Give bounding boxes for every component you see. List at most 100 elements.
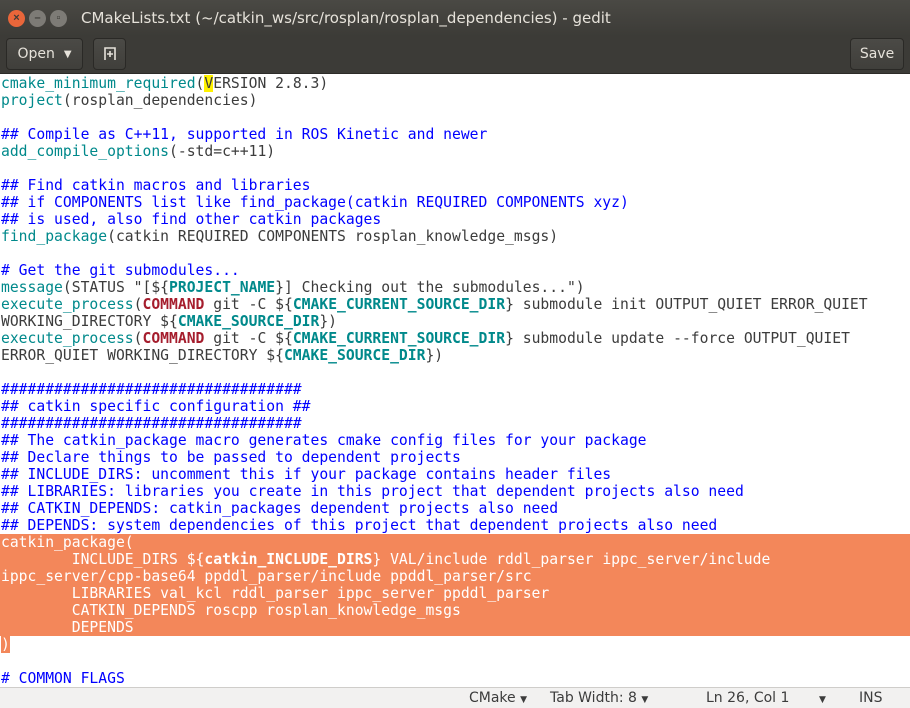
code-token: ippc_server/cpp-base64 ppddl_parser/incl… xyxy=(1,568,532,585)
code-token: cmake_minimum_required xyxy=(1,75,196,92)
code-token: (STATUS "[${ xyxy=(62,279,170,296)
code-token: CATKIN_DEPENDS roscpp rosplan_knowledge_… xyxy=(1,602,461,619)
code-line[interactable]: ## CATKIN_DEPENDS: catkin_packages depen… xyxy=(0,500,910,517)
code-token: # COMMON FLAGS xyxy=(1,670,125,687)
code-line[interactable]: ## catkin specific configuration ## xyxy=(0,398,910,415)
code-token: ## if COMPONENTS list like find_package(… xyxy=(1,194,629,211)
code-line[interactable]: ## LIBRARIES: libraries you create in th… xyxy=(0,483,910,500)
code-token: CMAKE_CURRENT_SOURCE_DIR xyxy=(292,330,506,347)
code-line[interactable]: add_compile_options(-std=c++11) xyxy=(0,143,910,160)
code-line[interactable]: # COMMON FLAGS xyxy=(0,670,910,687)
code-token: (rosplan_dependencies) xyxy=(62,92,258,109)
code-token: ERSION 2.8.3) xyxy=(213,75,329,92)
code-token: ################################## xyxy=(1,381,302,398)
code-line[interactable] xyxy=(0,364,910,381)
code-token: LIBRARIES val_kcl rddl_parser ippc_serve… xyxy=(1,585,550,602)
status-bar: CMake ▼ Tab Width: 8 ▼ Ln 26, Col 1 ▼ IN… xyxy=(0,687,910,708)
code-token: (-std=c++11) xyxy=(169,143,276,160)
code-line[interactable]: ## Declare things to be passed to depend… xyxy=(0,449,910,466)
code-token: V xyxy=(204,75,214,92)
code-token: add_compile_options xyxy=(1,143,170,160)
code-line[interactable]: ################################## xyxy=(0,415,910,432)
code-token: ## LIBRARIES: libraries you create in th… xyxy=(1,483,744,500)
code-line[interactable] xyxy=(0,109,910,126)
code-token: ## Declare things to be passed to depend… xyxy=(1,449,461,466)
code-line[interactable] xyxy=(0,245,910,262)
code-token: ERROR_QUIET WORKING_DIRECTORY ${ xyxy=(1,347,284,364)
code-line[interactable] xyxy=(0,653,910,670)
header-bar: Open ▼ Save xyxy=(0,36,910,74)
code-line[interactable]: execute_process(COMMAND git -C ${CMAKE_C… xyxy=(0,330,910,347)
code-token: }) xyxy=(425,347,444,364)
new-document-icon xyxy=(103,47,116,60)
code-token: INCLUDE_DIRS ${ xyxy=(1,551,205,568)
chevron-down-icon: ▼ xyxy=(63,48,72,60)
code-line[interactable]: ## Compile as C++11, supported in ROS Ki… xyxy=(0,126,910,143)
code-token: execute_process xyxy=(1,296,134,313)
code-token: } submodule update --force OUTPUT_QUIET xyxy=(505,330,850,347)
close-window-button[interactable]: × xyxy=(8,9,25,27)
chevron-down-icon: ▼ xyxy=(641,695,649,705)
text-editor[interactable]: cmake_minimum_required(VERSION 2.8.3) pro… xyxy=(0,75,910,687)
code-line[interactable]: execute_process(COMMAND git -C ${CMAKE_C… xyxy=(0,296,910,313)
code-line[interactable]: LIBRARIES val_kcl rddl_parser ippc_serve… xyxy=(0,585,910,602)
code-token: DEPENDS xyxy=(1,619,134,636)
code-token: ## catkin specific configuration ## xyxy=(1,398,311,415)
code-line[interactable]: # Get the git submodules... xyxy=(0,262,910,279)
code-line[interactable]: find_package(catkin REQUIRED COMPONENTS … xyxy=(0,228,910,245)
code-token: CMAKE_SOURCE_DIR xyxy=(177,313,320,330)
code-token: COMMAND xyxy=(142,330,205,347)
code-token: ################################## xyxy=(1,415,302,432)
code-token: ## DEPENDS: system dependencies of this … xyxy=(1,517,718,534)
cursor-position: Ln 26, Col 1 xyxy=(706,690,790,706)
code-line[interactable]: ## The catkin_package macro generates cm… xyxy=(0,432,910,449)
save-button[interactable]: Save xyxy=(850,38,904,70)
code-line[interactable] xyxy=(0,160,910,177)
code-line[interactable]: ERROR_QUIET WORKING_DIRECTORY ${CMAKE_SO… xyxy=(0,347,910,364)
tab-width-selector[interactable]: Tab Width: 8 ▼ xyxy=(550,690,648,706)
code-line[interactable]: WORKING_DIRECTORY ${CMAKE_SOURCE_DIR}) xyxy=(0,313,910,330)
code-token: (catkin REQUIRED COMPONENTS rosplan_know… xyxy=(107,228,559,245)
code-token: CMAKE_SOURCE_DIR xyxy=(283,347,426,364)
code-line[interactable]: ## INCLUDE_DIRS: uncomment this if your … xyxy=(0,466,910,483)
code-line[interactable]: cmake_minimum_required(VERSION 2.8.3) xyxy=(0,75,910,92)
code-line[interactable]: ################################## xyxy=(0,381,910,398)
chevron-down-icon: ▼ xyxy=(520,695,528,705)
code-token: } VAL/include rddl_parser ippc_server/in… xyxy=(372,551,771,568)
maximize-icon: ▫ xyxy=(56,12,61,24)
insert-mode: INS xyxy=(859,690,883,706)
code-line[interactable]: INCLUDE_DIRS ${catkin_INCLUDE_DIRS} VAL/… xyxy=(0,551,910,568)
new-tab-button[interactable] xyxy=(93,38,126,70)
code-line[interactable]: ippc_server/cpp-base64 ppddl_parser/incl… xyxy=(0,568,910,585)
code-token: project xyxy=(1,92,63,109)
code-token: }] Checking out the submodules...") xyxy=(275,279,585,296)
code-line[interactable]: message(STATUS "[${PROJECT_NAME}] Checki… xyxy=(0,279,910,296)
code-token: ## Find catkin macros and libraries xyxy=(1,177,311,194)
maximize-window-button[interactable]: ▫ xyxy=(50,9,67,27)
code-line[interactable]: ## Find catkin macros and libraries xyxy=(0,177,910,194)
code-token: execute_process xyxy=(1,330,134,347)
language-selector[interactable]: CMake ▼ xyxy=(469,690,527,706)
code-token: ## Compile as C++11, supported in ROS Ki… xyxy=(1,126,488,143)
code-token: }) xyxy=(319,313,338,330)
close-icon: × xyxy=(13,12,20,24)
chevron-down-icon[interactable]: ▼ xyxy=(819,690,826,706)
cursor-position-selector[interactable]: Ln 26, Col 1 xyxy=(706,690,789,706)
minimize-window-button[interactable]: – xyxy=(29,9,46,27)
code-line[interactable]: ## if COMPONENTS list like find_package(… xyxy=(0,194,910,211)
open-button[interactable]: Open ▼ xyxy=(6,38,83,70)
code-line[interactable]: ) xyxy=(0,636,910,653)
code-line[interactable]: ## DEPENDS: system dependencies of this … xyxy=(0,517,910,534)
code-line[interactable]: DEPENDS xyxy=(0,619,910,636)
code-line[interactable]: ## is used, also find other catkin packa… xyxy=(0,211,910,228)
code-token: ## CATKIN_DEPENDS: catkin_packages depen… xyxy=(1,500,559,517)
code-line[interactable]: catkin_package( xyxy=(0,534,910,551)
code-line[interactable]: project(rosplan_dependencies) xyxy=(0,92,910,109)
code-token: find_package xyxy=(1,228,108,245)
code-token: ## INCLUDE_DIRS: uncomment this if your … xyxy=(1,466,612,483)
code-token: catkin_INCLUDE_DIRS xyxy=(204,551,373,568)
code-token: CMAKE_CURRENT_SOURCE_DIR xyxy=(292,296,506,313)
language-label: CMake xyxy=(469,690,516,706)
code-line[interactable]: CATKIN_DEPENDS roscpp rosplan_knowledge_… xyxy=(0,602,910,619)
tab-width-label: Tab Width: 8 xyxy=(550,690,637,706)
